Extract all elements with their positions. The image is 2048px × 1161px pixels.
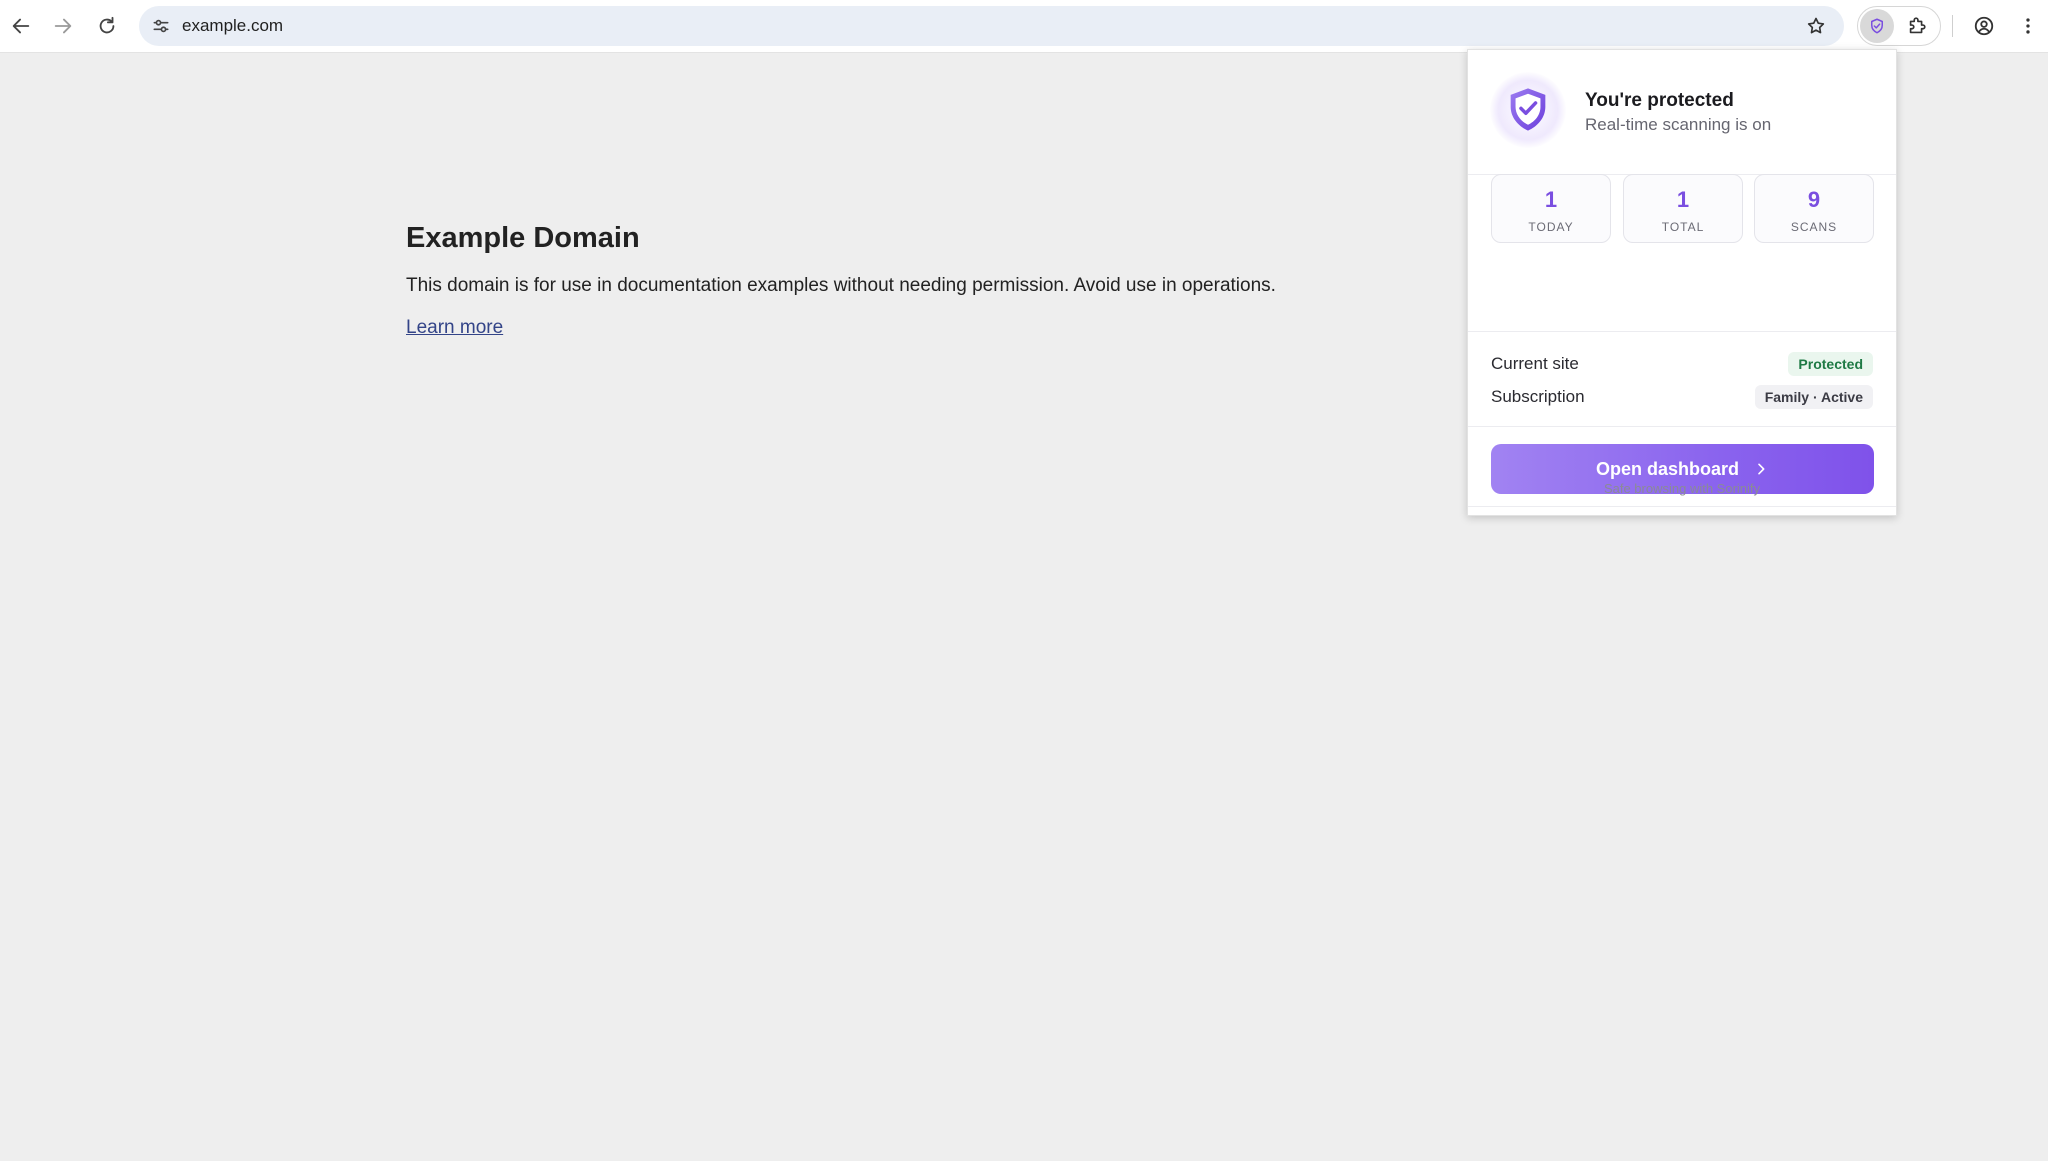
stat-value: 9	[1807, 187, 1821, 212]
tune-icon	[153, 19, 169, 33]
profile-button[interactable]	[1967, 9, 2001, 43]
reload-button[interactable]	[90, 9, 124, 43]
bookmark-button[interactable]	[1804, 14, 1828, 38]
toolbar-divider	[1952, 15, 1953, 37]
current-site-label: Current site	[1491, 354, 1579, 373]
learn-more-link[interactable]: Learn more	[406, 317, 503, 339]
browser-toolbar: example.com	[0, 0, 2048, 53]
url-text[interactable]: example.com	[182, 16, 283, 36]
puzzle-icon	[1909, 17, 1926, 34]
stat-value: 1	[1544, 187, 1558, 212]
reload-icon	[99, 16, 115, 34]
stat-value: 1	[1676, 187, 1690, 212]
back-arrow-icon	[12, 18, 30, 34]
sorinify-extension-button[interactable]	[1860, 9, 1894, 43]
address-bar[interactable]: example.com	[139, 6, 1844, 46]
chevron-right-icon	[1753, 461, 1769, 477]
forward-button[interactable]	[46, 9, 80, 43]
star-icon	[1807, 17, 1825, 34]
shield-check-icon	[1510, 88, 1546, 131]
site-info-button[interactable]	[149, 14, 173, 38]
popup-title: You're protected	[1585, 90, 1734, 111]
stat-card-today: 1 TODAY	[1491, 174, 1611, 243]
subscription-label: Subscription	[1491, 387, 1585, 406]
forward-arrow-icon	[54, 18, 72, 34]
profile-icon	[1974, 16, 1994, 36]
shield-check-icon	[1871, 18, 1883, 34]
popup-subtitle: Real-time scanning is on	[1585, 115, 1772, 134]
stat-label: SCANS	[1790, 220, 1838, 234]
stat-label: TODAY	[1528, 220, 1574, 234]
shield-badge	[1490, 72, 1566, 148]
extension-group	[1857, 6, 1941, 46]
popup-footer: Safe browsing with Sorinify	[1603, 481, 1761, 496]
page-title: Example Domain	[406, 222, 640, 254]
extensions-menu-button[interactable]	[1900, 9, 1934, 43]
stat-card-scans: 9 SCANS	[1754, 174, 1874, 243]
extension-popup: You're protected Real-time scanning is o…	[1467, 49, 1897, 516]
page-body-text: This domain is for use in documentation …	[406, 275, 1276, 296]
stats-section: 1 TODAY 1 TOTAL 9 SCANS	[1468, 174, 1896, 332]
popup-header: You're protected Real-time scanning is o…	[1468, 50, 1896, 175]
info-section: Current site Protected Subscription Fami…	[1468, 331, 1896, 427]
subscription-status-badge: Family · Active	[1754, 385, 1873, 409]
current-site-status-badge: Protected	[1788, 352, 1873, 376]
stat-card-total: 1 TOTAL	[1623, 174, 1743, 243]
stat-label: TOTAL	[1661, 220, 1705, 234]
open-dashboard-label: Open dashboard	[1595, 458, 1739, 479]
kebab-menu-icon	[2026, 18, 2030, 34]
back-button[interactable]	[4, 9, 38, 43]
browser-menu-button[interactable]	[2011, 9, 2045, 43]
